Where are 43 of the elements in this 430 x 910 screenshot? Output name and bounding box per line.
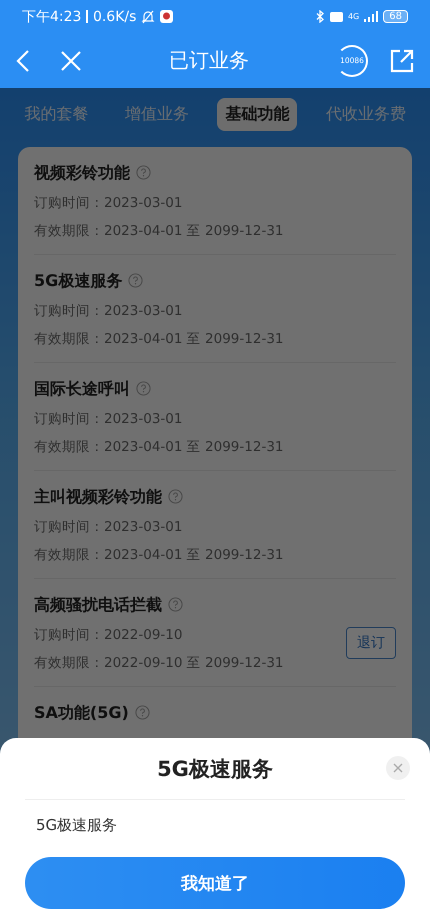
order-date: 订购时间：2023-03-01 [34,518,182,536]
help-icon[interactable] [136,165,151,180]
help-icon[interactable] [168,597,183,612]
bell-off-icon [141,10,156,24]
help-icon[interactable] [168,489,183,504]
service-name: 5G极速服务 [34,271,122,290]
validity-period: 有效期限：2023-04-01 至 2099-12-31 [34,438,284,456]
back-icon[interactable] [16,48,30,72]
acknowledge-button[interactable]: 我知道了 [25,857,405,909]
help-icon[interactable] [134,705,150,720]
tab[interactable]: 我的套餐 [16,98,96,130]
service-name: 主叫视频彩铃功能 [34,487,162,506]
service-name: 高频骚扰电话拦截 [34,595,162,614]
close-button[interactable] [386,756,410,780]
service-name: SA功能(5G) [34,703,129,722]
page-title: 已订业务 [168,47,250,74]
battery-indicator: 68 [383,10,408,23]
share-icon[interactable] [390,48,414,72]
tab[interactable]: 基础功能 [217,98,298,130]
validity-period: 有效期限：2023-04-01 至 2099-12-31 [34,222,284,240]
order-date: 订购时间：2022-09-10 [34,626,182,644]
validity-period: 有效期限：2022-09-10 至 2099-12-31 [34,654,284,672]
validity-period: 有效期限：2023-04-01 至 2099-12-31 [34,330,284,348]
order-date: 订购时间：2023-03-01 [34,194,182,212]
tab[interactable]: 代收业务费 [318,98,414,130]
app-icon [160,10,174,23]
sheet-description: 5G极速服务 [36,816,118,835]
validity-period: 有效期限：2023-04-01 至 2099-12-31 [34,546,284,564]
sheet-title: 5G极速服务 [157,756,273,782]
unsubscribe-button[interactable]: 退订 [346,627,396,659]
close-icon[interactable] [393,763,403,773]
network-type: 4G [348,12,360,21]
help-icon[interactable] [136,381,151,396]
network-speed: 0.6K/s [92,8,136,24]
order-date: 订购时间：2023-03-01 [34,302,182,320]
help-icon[interactable] [128,273,144,288]
status-time: 下午4:23 [22,8,82,26]
signal-icon [364,11,378,22]
tab[interactable]: 增值业务 [116,98,197,130]
service-name: 国际长途呼叫 [34,379,130,398]
bluetooth-icon [316,10,325,23]
service-name: 视频彩铃功能 [34,163,130,182]
order-date: 订购时间：2023-03-01 [34,410,182,428]
